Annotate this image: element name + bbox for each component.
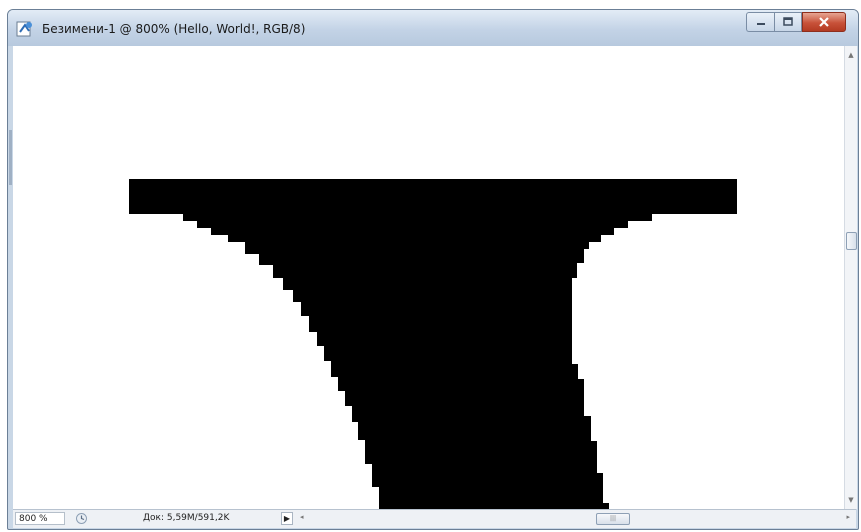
horizontal-scrollbar[interactable]: ◂ ||| ▸ [298, 511, 854, 526]
horizontal-scroll-thumb[interactable]: ||| [596, 513, 630, 525]
zoomed-glyph-shape [129, 179, 737, 509]
status-info-icon[interactable] [75, 512, 88, 525]
scroll-down-icon[interactable]: ▼ [845, 493, 857, 507]
close-button[interactable] [802, 12, 846, 32]
status-menu-arrow-icon[interactable]: ▶ [281, 512, 293, 525]
minimize-icon [756, 23, 765, 25]
zoom-level-field[interactable]: 800 % [15, 512, 65, 525]
title-bar[interactable]: Безимени-1 @ 800% (Hello, World!, RGB/8) [8, 10, 858, 46]
document-window: Безимени-1 @ 800% (Hello, World!, RGB/8) [7, 9, 859, 530]
status-bar: 800 % Док: 5,59M/591,2K ▶ ◂ ||| ▸ [13, 509, 856, 528]
document-size-info: Док: 5,59M/591,2K [143, 513, 230, 523]
minimize-button[interactable] [746, 12, 774, 32]
photoshop-document-icon [16, 21, 32, 37]
close-icon [819, 17, 829, 27]
scroll-right-icon[interactable]: ▸ [846, 513, 850, 521]
vertical-scroll-thumb[interactable] [846, 232, 857, 250]
maximize-icon [783, 17, 793, 26]
window-controls [746, 12, 846, 34]
scroll-up-icon[interactable]: ▲ [845, 48, 857, 62]
vertical-scrollbar[interactable]: ▲ ▼ [844, 46, 857, 509]
ruler-edge-marker [9, 130, 12, 185]
window-title: Безимени-1 @ 800% (Hello, World!, RGB/8) [42, 22, 306, 36]
maximize-button[interactable] [774, 12, 802, 32]
scroll-left-icon[interactable]: ◂ [300, 513, 304, 521]
document-canvas[interactable] [13, 46, 844, 509]
